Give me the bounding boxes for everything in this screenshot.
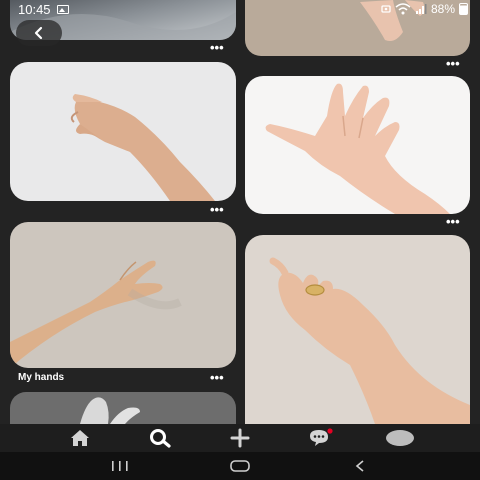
nav-messages[interactable] [300, 424, 340, 452]
status-time: 10:45 [18, 1, 51, 17]
pin-feed[interactable]: ••• ••• ••• ••• My hands ••• [0, 0, 480, 424]
messages-icon [310, 428, 333, 446]
pin-title: My hands [18, 372, 65, 383]
status-bar: 10:45 88% [0, 0, 480, 18]
chevron-left-icon [34, 26, 43, 40]
image-icon [56, 4, 69, 14]
photo-icon [381, 5, 391, 13]
recent-apps-icon [112, 461, 128, 471]
add-icon [230, 428, 250, 448]
notification-dot [327, 428, 333, 434]
more-options-button[interactable]: ••• [210, 203, 224, 216]
screen: ••• ••• ••• ••• My hands ••• 10:45 88% [0, 0, 480, 480]
wifi-icon [395, 3, 411, 15]
profile-avatar [386, 430, 414, 446]
pin-photo [10, 222, 236, 368]
home-pill-icon [230, 460, 250, 472]
pin-image[interactable] [10, 392, 236, 424]
system-nav [0, 452, 480, 480]
signal-icon [415, 4, 427, 14]
pin-photo [245, 76, 470, 214]
pin-image[interactable] [245, 235, 470, 424]
more-options-button[interactable]: ••• [210, 41, 224, 54]
more-options-button[interactable]: ••• [446, 57, 460, 70]
bottom-nav [0, 424, 480, 452]
nav-create[interactable] [220, 424, 260, 452]
home-icon [71, 430, 89, 446]
more-options-button[interactable]: ••• [210, 371, 224, 384]
system-back-button[interactable] [340, 452, 380, 480]
pin-photo [10, 62, 236, 201]
battery-icon [459, 3, 468, 15]
nav-profile[interactable] [380, 424, 420, 452]
pin-photo [245, 235, 470, 424]
nav-home[interactable] [60, 424, 100, 452]
battery-percentage: 88% [430, 2, 455, 16]
search-icon [150, 429, 171, 448]
back-chevron-icon [355, 460, 364, 472]
pin-photo [10, 392, 236, 424]
more-options-button[interactable]: ••• [446, 215, 460, 228]
pin-image[interactable] [10, 62, 236, 201]
nav-search[interactable] [140, 424, 180, 452]
recent-apps-button[interactable] [100, 452, 140, 480]
pin-image[interactable] [245, 76, 470, 214]
back-button[interactable] [16, 20, 62, 46]
pin-image[interactable] [10, 222, 236, 368]
home-button[interactable] [220, 452, 260, 480]
